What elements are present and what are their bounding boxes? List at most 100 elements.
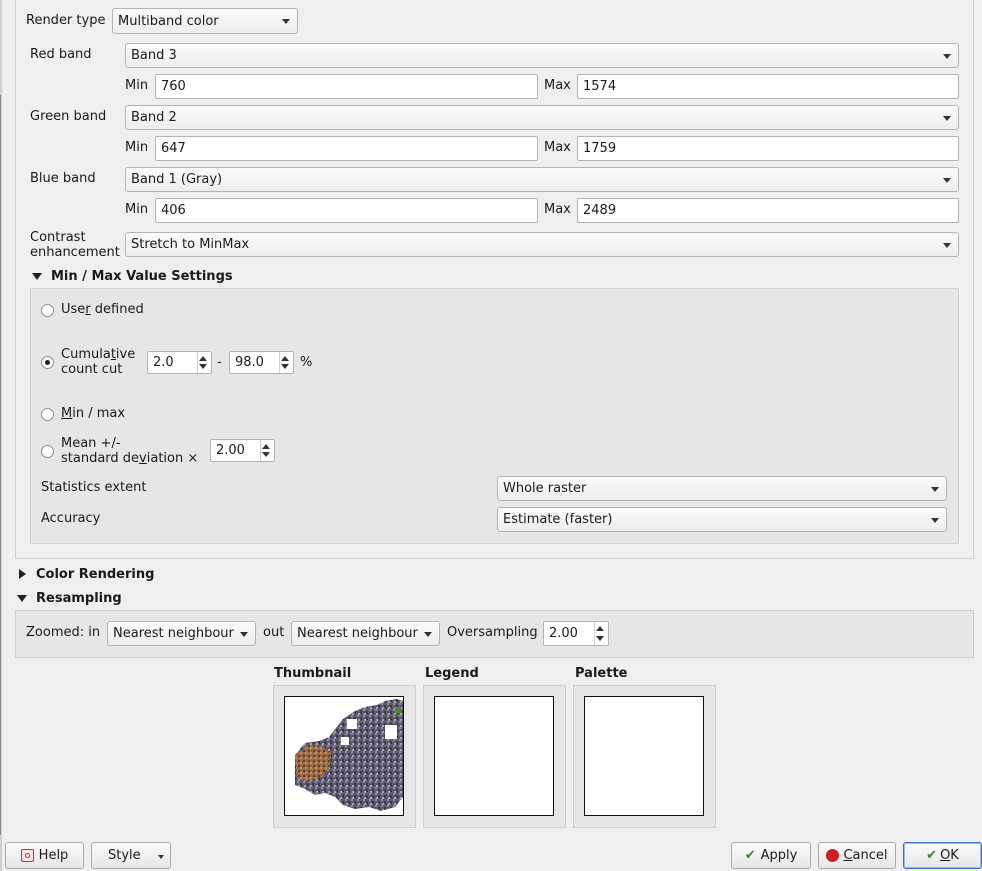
blue-band-value: Band 1 (Gray) [131,172,223,187]
green-band-combo[interactable]: Band 2 [125,105,959,130]
raster-thumbnail-graphic [285,697,403,815]
blue-min-field[interactable]: 406 [155,198,538,223]
spin-down-icon[interactable] [199,364,207,369]
red-max-value: 1574 [583,79,617,94]
zoomed-in-label: Zoomed: in [26,625,101,640]
collapse-arrow-icon [32,272,42,280]
green-max-value: 1759 [583,141,617,156]
chevron-down-icon [943,242,951,248]
user-defined-label[interactable]: User defined [61,302,144,317]
spin-down-icon[interactable] [262,452,270,457]
splitter-handle[interactable] [0,95,1,835]
green-min-field[interactable]: 647 [155,136,538,161]
menu-arrow-icon [158,855,164,859]
blue-max-value: 2489 [583,203,617,218]
spin-up-icon[interactable] [596,626,604,631]
chevron-down-icon [282,19,290,24]
chevron-down-icon [931,517,939,523]
chevron-down-icon [240,631,248,637]
label-part: K [950,848,959,863]
spin-down-icon[interactable] [596,636,604,641]
ok-label: OK [940,848,959,863]
zoomed-out-combo[interactable]: Nearest neighbour [291,621,440,646]
mnemonic-char: O [940,848,951,863]
contrast-label-line1: Contrast [30,230,86,245]
chevron-down-icon [424,631,432,637]
thumbnail-image [284,696,404,816]
resampling-header[interactable]: Resampling [17,590,122,606]
render-type-combo[interactable]: Multiband color [112,8,298,34]
help-button[interactable]: Help [5,842,84,869]
zoomed-in-value: Nearest neighbour [113,626,234,641]
chevron-down-icon [943,115,951,121]
blue-max-label: Max [544,202,571,217]
stats-extent-combo[interactable]: Whole raster [497,476,947,501]
style-label: Style [108,848,141,863]
red-min-field[interactable]: 760 [155,74,538,99]
stats-extent-value: Whole raster [503,481,587,496]
style-button[interactable]: Style [91,842,171,869]
help-label: Help [38,848,69,863]
zoomed-in-combo[interactable]: Nearest neighbour [107,621,256,646]
red-max-field[interactable]: 1574 [577,74,959,99]
label-part: in / max [72,406,126,421]
mean-std-label[interactable]: Mean +/- standard deviation × [61,436,198,466]
spin-up-icon[interactable] [281,356,289,361]
render-type-value: Multiband color [118,13,219,29]
thumbnail-title: Thumbnail [274,666,352,681]
mnemonic-char: C [843,848,853,863]
spin-up-icon[interactable] [199,356,207,361]
cumulative-count-cut-label[interactable]: Cumulative count cut [61,347,135,377]
contrast-label: Contrast enhancement [30,230,120,260]
blue-max-field[interactable]: 2489 [577,198,959,223]
color-rendering-header[interactable]: Color Rendering [19,566,154,582]
cumulative-count-cut-radio[interactable] [41,356,54,369]
mnemonic-char: M [61,406,73,421]
chevron-down-icon [931,486,939,492]
green-band-value: Band 2 [131,110,177,125]
minmax-section-header[interactable]: Min / Max Value Settings [32,268,233,284]
red-band-label: Red band [30,47,92,62]
contrast-combo[interactable]: Stretch to MinMax [125,232,959,257]
accuracy-combo[interactable]: Estimate (faster) [497,507,947,532]
min-max-radio[interactable] [41,408,54,421]
label-part: count cut [61,362,123,377]
blue-band-label: Blue band [30,171,96,186]
help-icon [20,849,34,862]
std-dev-spinbox[interactable]: 2.00 [210,439,275,462]
red-min-value: 760 [161,79,186,94]
cumulative-high-spinbox[interactable]: 98.0 [229,351,294,374]
legend-title: Legend [425,666,479,681]
label-part: Cumula [61,347,111,362]
user-defined-radio[interactable] [41,304,54,317]
minmax-group-box [30,288,959,544]
zoomed-out-value: Nearest neighbour [297,626,418,641]
chevron-down-icon [943,53,951,59]
red-band-combo[interactable]: Band 3 [125,43,959,68]
label-part: ive [115,347,136,362]
cumulative-low-spinbox[interactable]: 2.0 [147,351,212,374]
accuracy-label: Accuracy [41,511,101,526]
spin-down-icon[interactable] [281,364,289,369]
cancel-button[interactable]: Cancel [818,842,896,869]
apply-label: Apply [760,848,798,863]
mean-std-radio[interactable] [41,445,54,458]
ok-button[interactable]: ✔ OK [903,842,982,869]
palette-preview [584,696,704,816]
blue-band-combo[interactable]: Band 1 (Gray) [125,167,959,192]
red-band-value: Band 3 [131,48,177,63]
oversampling-spinbox[interactable]: 2.00 [543,621,609,646]
min-max-label[interactable]: Min / max [61,406,125,421]
apply-button[interactable]: ✔ Apply [731,842,811,869]
range-dash: - [217,355,222,370]
green-max-field[interactable]: 1759 [577,136,959,161]
spin-up-icon[interactable] [262,444,270,449]
percent-unit: % [300,355,313,370]
green-min-value: 647 [161,141,186,156]
label-part: defined [90,302,144,317]
checkmark-icon: ✔ [744,848,756,863]
collapse-arrow-icon [17,594,27,602]
cumulative-high-value: 98.0 [235,355,264,370]
minmax-section-title: Min / Max Value Settings [51,268,233,284]
label-part: standard de [61,451,140,466]
